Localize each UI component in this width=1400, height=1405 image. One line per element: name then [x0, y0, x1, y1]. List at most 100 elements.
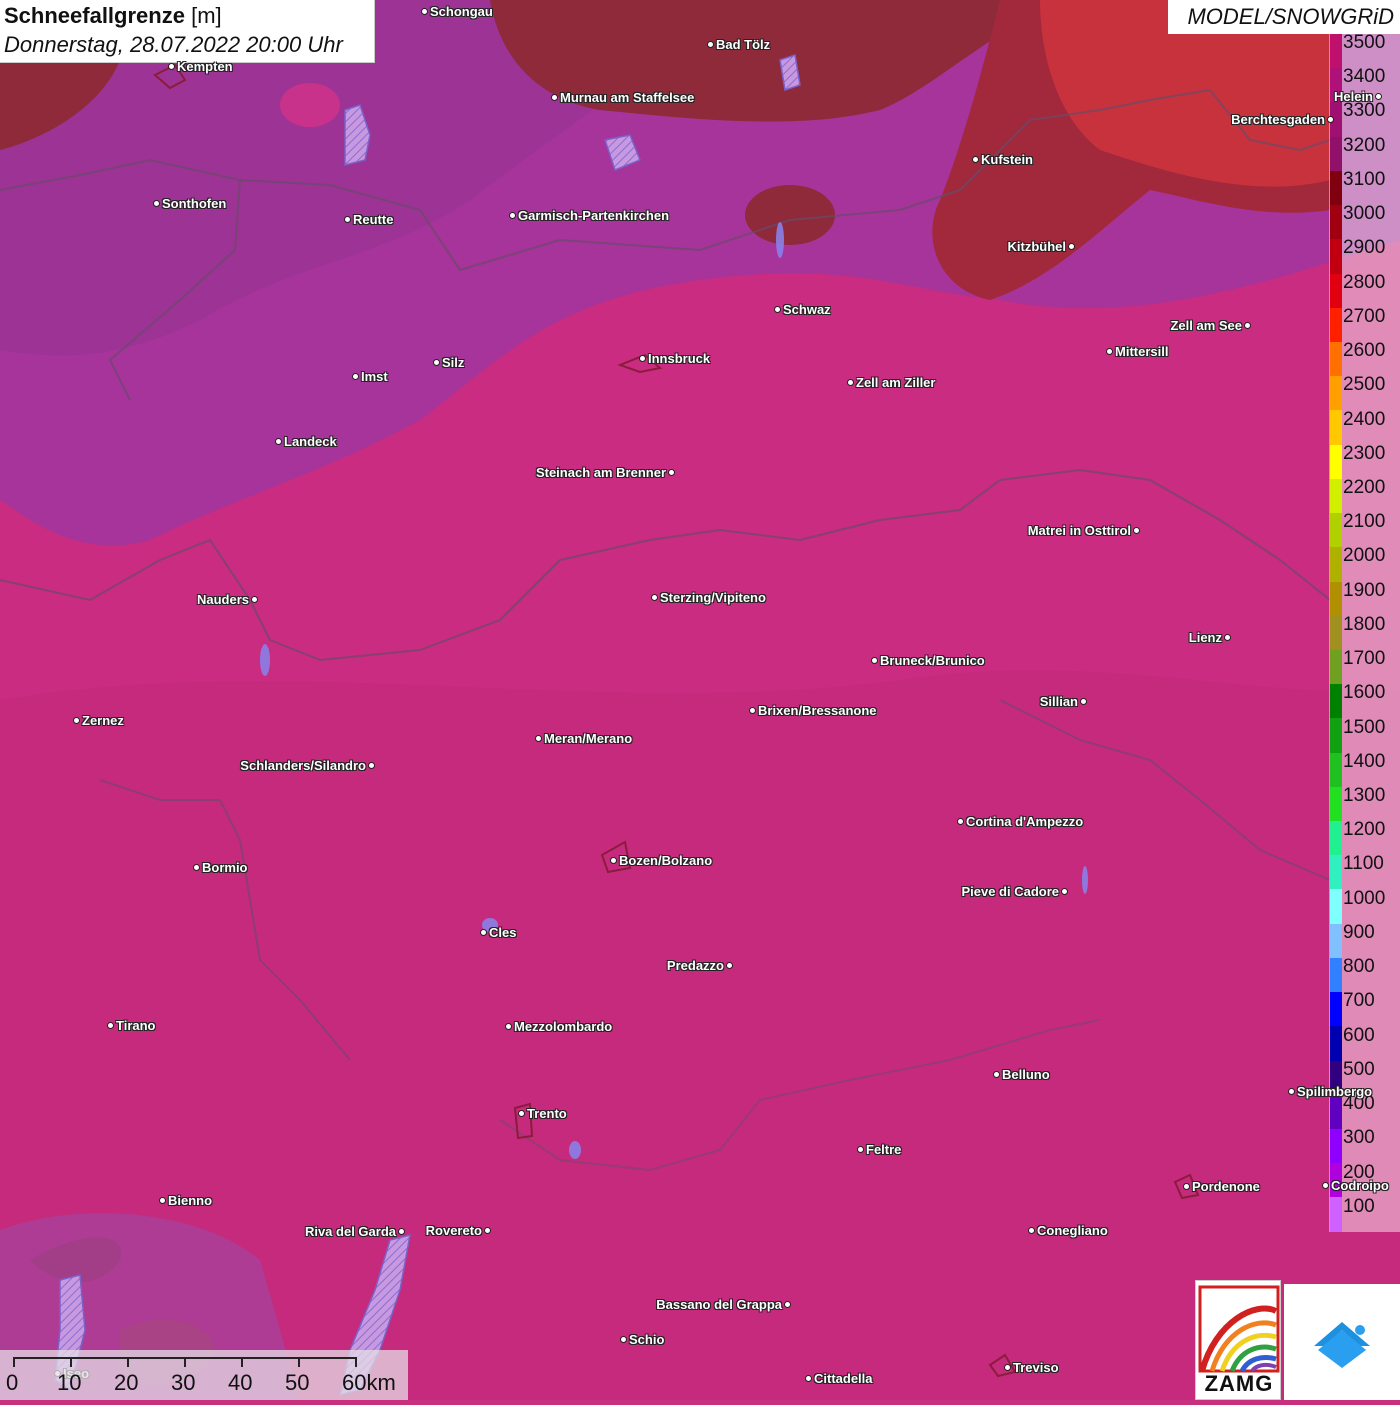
- city-dot-icon: [1183, 1183, 1190, 1190]
- city-marker: Lienz: [1189, 630, 1231, 645]
- legend-swatch: [1330, 478, 1342, 514]
- legend-swatch: [1330, 239, 1342, 274]
- legend-label: 2100: [1343, 511, 1386, 533]
- city-label: Steinach am Brenner: [535, 465, 666, 480]
- city-dot-icon: [551, 94, 558, 101]
- city-dot-icon: [1322, 1182, 1329, 1189]
- city-dot-icon: [1244, 322, 1251, 329]
- city-marker: Conegliano: [1028, 1223, 1108, 1238]
- city-label: Feltre: [866, 1142, 902, 1157]
- city-label: Schio: [629, 1332, 665, 1347]
- city-marker: Brixen/Bressanone: [749, 703, 877, 718]
- city-dot-icon: [610, 857, 617, 864]
- map-title: Schneefallgrenze [m]: [4, 3, 222, 29]
- legend-label: 1900: [1343, 579, 1386, 601]
- city-label: Conegliano: [1037, 1223, 1108, 1238]
- city-marker: Trento: [518, 1106, 567, 1121]
- map-title-box: Schneefallgrenze [m] Donnerstag, 28.07.2…: [0, 0, 375, 63]
- city-marker: Sterzing/Vipiteno: [651, 590, 766, 605]
- city-dot-icon: [1068, 243, 1075, 250]
- legend-label: 1600: [1343, 682, 1386, 704]
- legend-swatch: [1330, 307, 1342, 342]
- city-marker: Berchtesgaden: [1231, 112, 1334, 127]
- city-marker: Landeck: [275, 434, 337, 449]
- city-label: Zell am Ziller: [856, 375, 936, 390]
- city-marker: Pieve di Cadore: [961, 884, 1068, 899]
- city-label: Bassano del Grappa: [656, 1297, 782, 1312]
- city-dot-icon: [153, 200, 160, 207]
- legend-label: 3200: [1343, 134, 1386, 156]
- city-label: Spilimbergo: [1297, 1084, 1373, 1099]
- city-label: Landeck: [284, 434, 337, 449]
- city-label: Riva del Garda: [304, 1224, 396, 1239]
- city-label: Kitzbühel: [1007, 239, 1067, 254]
- city-marker: Predazzo: [667, 958, 733, 973]
- city-label: Bienno: [168, 1193, 213, 1208]
- legend-swatch: [1330, 1129, 1342, 1164]
- scale-tick: [13, 1357, 15, 1367]
- city-label: Pordenone: [1192, 1179, 1260, 1194]
- city-marker: Rovereto: [426, 1223, 491, 1238]
- city-dot-icon: [784, 1301, 791, 1308]
- legend-label: 300: [1343, 1127, 1375, 1149]
- legend-label: 2200: [1343, 476, 1386, 498]
- legend-label: 1200: [1343, 819, 1386, 841]
- legend-label: 2400: [1343, 408, 1386, 430]
- legend-label: 1800: [1343, 613, 1386, 635]
- legend-label: 2500: [1343, 374, 1386, 396]
- scale-label: 10: [57, 1370, 82, 1395]
- legend-label: 3100: [1343, 168, 1386, 190]
- city-label: Kempten: [177, 59, 233, 74]
- city-label: Helein: [1333, 89, 1373, 104]
- legend-label: 800: [1343, 956, 1375, 978]
- legend-swatch: [1330, 170, 1342, 206]
- city-marker: Bruneck/Brunico: [871, 653, 985, 668]
- city-label: Schwaz: [783, 302, 831, 317]
- city-dot-icon: [193, 864, 200, 871]
- city-marker: Cles: [480, 925, 516, 940]
- city-dot-icon: [398, 1228, 405, 1235]
- city-marker: Bassano del Grappa: [656, 1297, 791, 1312]
- city-marker: Bormio: [193, 860, 248, 875]
- city-dot-icon: [368, 762, 375, 769]
- city-dot-icon: [1061, 888, 1068, 895]
- city-marker: Murnau am Staffelsee: [551, 90, 694, 105]
- city-label: Garmisch-Partenkirchen: [518, 208, 670, 223]
- city-dot-icon: [509, 212, 516, 219]
- city-label: Innsbruck: [648, 351, 711, 366]
- city-dot-icon: [518, 1110, 525, 1117]
- city-dot-icon: [168, 63, 175, 70]
- city-marker: Zell am Ziller: [847, 375, 935, 390]
- city-dot-icon: [957, 818, 964, 825]
- city-marker: Nauders: [197, 592, 258, 607]
- city-marker: Riva del Garda: [305, 1224, 405, 1239]
- legend-swatch: [1330, 684, 1342, 719]
- city-dot-icon: [433, 359, 440, 366]
- legend-swatch: [1330, 957, 1342, 993]
- legend-label: 1400: [1343, 750, 1386, 772]
- city-label: Mezzolombardo: [514, 1019, 613, 1034]
- city-label: Nauders: [196, 592, 249, 607]
- legend-swatch: [1330, 410, 1342, 445]
- city-marker: Schongau: [421, 4, 493, 19]
- city-label: Reutte: [353, 212, 394, 227]
- legend-swatch: [1330, 718, 1342, 753]
- city-label: Sterzing/Vipiteno: [660, 590, 766, 605]
- legend-swatch: [1330, 615, 1342, 650]
- scale-tick: [127, 1357, 129, 1367]
- city-dot-icon: [1004, 1364, 1011, 1371]
- legend-label: 2300: [1343, 442, 1386, 464]
- city-dot-icon: [480, 929, 487, 936]
- city-label: Bozen/Bolzano: [619, 853, 713, 868]
- map-title-main: Schneefallgrenze: [4, 3, 185, 28]
- city-label: Sonthofen: [162, 196, 227, 211]
- city-label: Cittadella: [814, 1371, 873, 1386]
- scale-tick: [70, 1357, 72, 1367]
- city-label: Cles: [489, 925, 517, 940]
- city-marker: Silz: [433, 355, 464, 370]
- city-label: Bruneck/Brunico: [880, 653, 985, 668]
- city-marker: Imst: [352, 369, 388, 384]
- zamg-logo: ZAMG: [1195, 1280, 1281, 1400]
- city-dot-icon: [73, 717, 80, 724]
- legend-swatch: [1330, 855, 1342, 890]
